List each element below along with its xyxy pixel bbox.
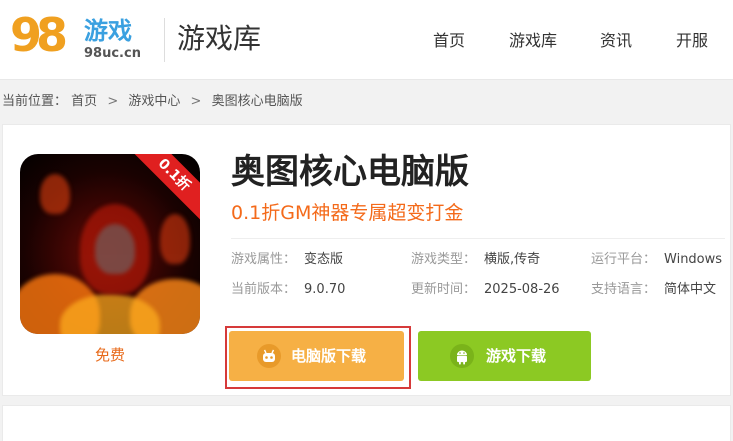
game-icon-image[interactable]: 0.1折 bbox=[20, 154, 200, 334]
android-icon bbox=[450, 344, 474, 368]
attr-platform: 运行平台： Windows bbox=[591, 252, 723, 267]
nav-item-home[interactable]: 首页 bbox=[433, 29, 465, 53]
attr-game-type: 游戏类型： 横版,传奇 bbox=[411, 252, 541, 267]
divider bbox=[231, 238, 725, 239]
pc-download-label: 电脑版下载 bbox=[291, 347, 367, 365]
pc-download-button[interactable]: 电脑版下载 bbox=[229, 331, 404, 381]
nav-item-server[interactable]: 开服 bbox=[676, 29, 708, 53]
breadcrumb-separator: > bbox=[107, 94, 119, 109]
breadcrumb: 当前位置： 首页 > 游戏中心 > 奥图核心电脑版 bbox=[2, 93, 303, 111]
breadcrumb-current[interactable]: 奥图核心电脑版 bbox=[212, 94, 303, 109]
breadcrumb-separator: > bbox=[190, 94, 202, 109]
main-nav: 首页 游戏库 资讯 开服 bbox=[0, 29, 733, 53]
price-label: 免费 bbox=[94, 346, 125, 364]
attr-update-time: 更新时间： 2025-08-26 bbox=[411, 282, 560, 297]
site-header: 98 游戏 98uc.cn 游戏库 首页 游戏库 资讯 开服 bbox=[0, 0, 733, 80]
attr-version: 当前版本： 9.0.70 bbox=[231, 282, 346, 297]
robot-icon bbox=[257, 344, 281, 368]
attr-language: 支持语言： 简体中文 bbox=[591, 282, 717, 297]
game-subtitle: 0.1折GM神器专属超变打金 bbox=[231, 202, 464, 224]
game-download-button[interactable]: 游戏下载 bbox=[418, 331, 591, 381]
breadcrumb-home[interactable]: 首页 bbox=[71, 94, 97, 109]
game-download-label: 游戏下载 bbox=[486, 347, 547, 365]
breadcrumb-prefix: 当前位置： bbox=[2, 94, 68, 109]
nav-item-game-library[interactable]: 游戏库 bbox=[509, 29, 557, 53]
secondary-card bbox=[2, 405, 731, 441]
attr-game-property: 游戏属性： 变态版 bbox=[231, 252, 344, 267]
game-title: 奥图核心电脑版 bbox=[231, 152, 469, 192]
game-info-card: 0.1折 免费 奥图核心电脑版 0.1折GM神器专属超变打金 游戏属性： 变态版 … bbox=[2, 124, 731, 396]
nav-item-news[interactable]: 资讯 bbox=[600, 29, 632, 53]
breadcrumb-game-center[interactable]: 游戏中心 bbox=[128, 94, 180, 109]
